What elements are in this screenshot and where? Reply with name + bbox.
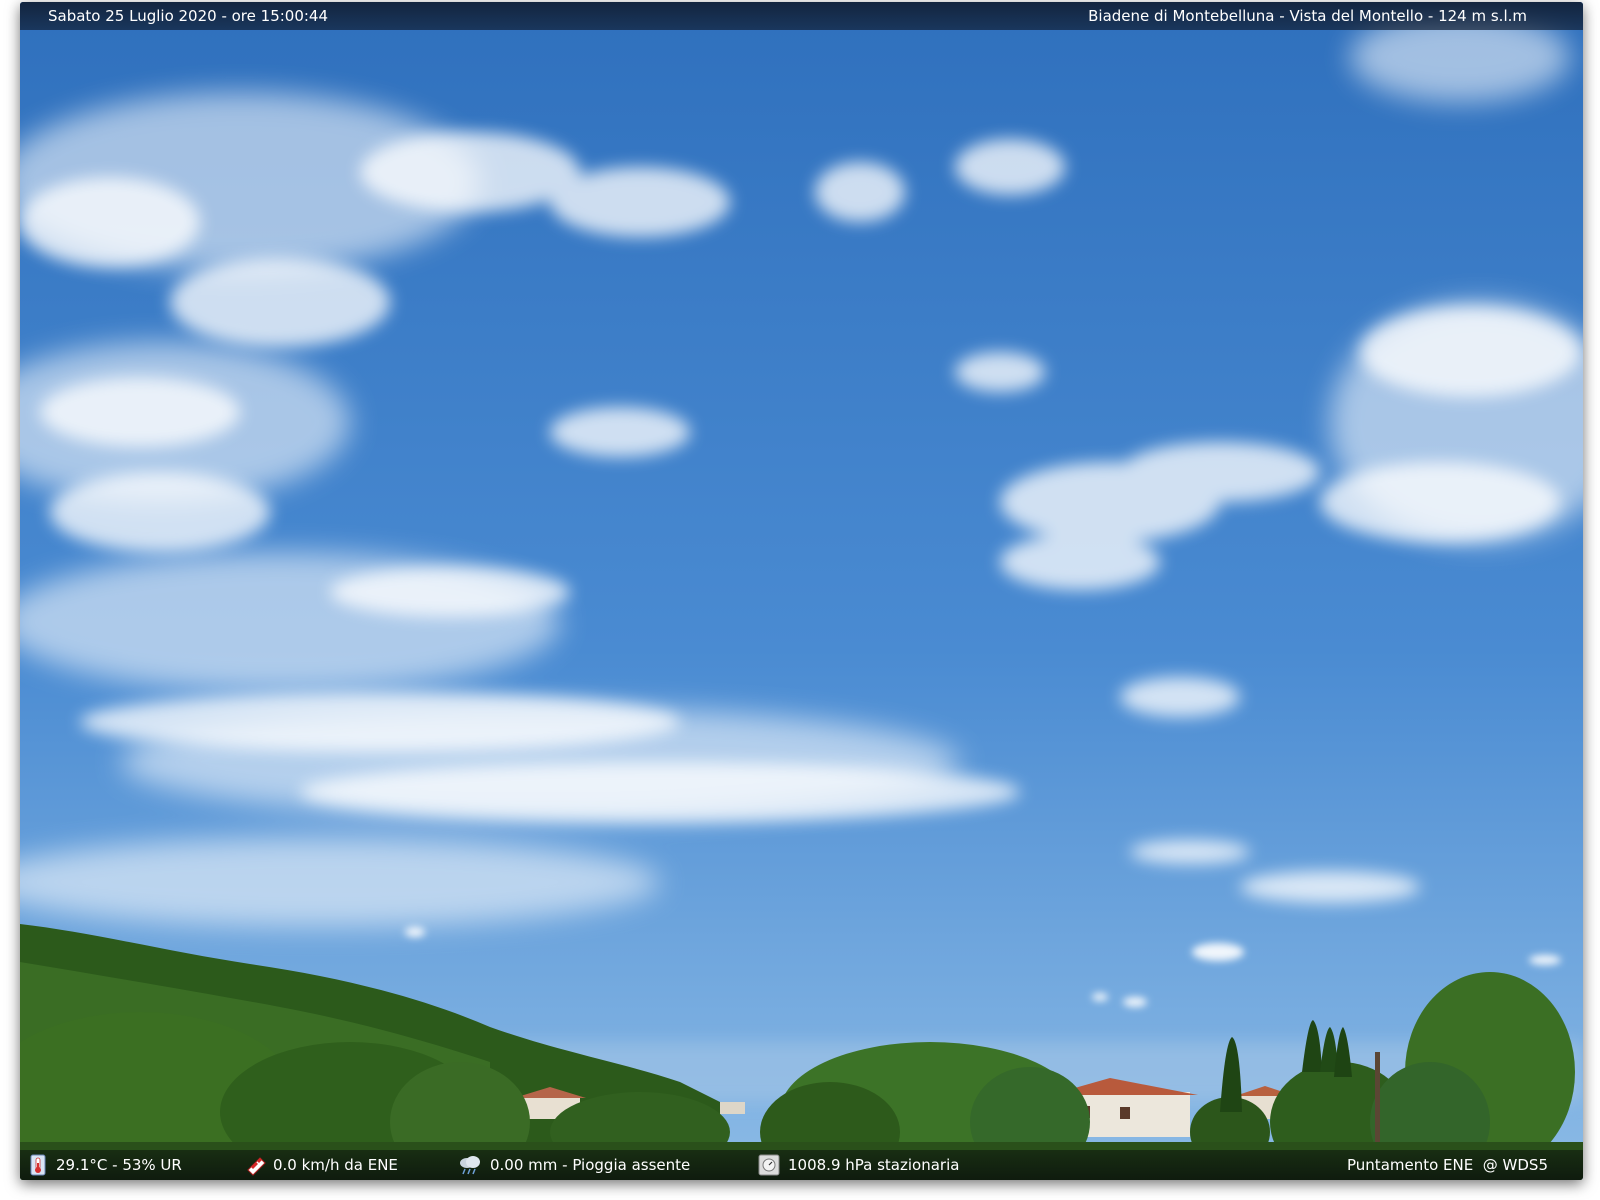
webcam-image-frame: Sabato 25 Luglio 2020 - ore 15:00:44 Bia… <box>20 2 1583 1180</box>
rain-cloud-icon <box>458 1154 482 1176</box>
temperature-stat: 29.1°C - 53% UR <box>28 1150 182 1180</box>
thermometer-icon <box>28 1154 48 1176</box>
location-text: Biadene di Montebelluna - Vista del Mont… <box>1088 7 1527 25</box>
temperature-humidity-text: 29.1°C - 53% UR <box>56 1156 182 1174</box>
pressure-text: 1008.9 hPa stazionaria <box>788 1156 960 1174</box>
rain-text: 0.00 mm - Pioggia assente <box>490 1156 691 1174</box>
pressure-stat: 1008.9 hPa stazionaria <box>758 1150 959 1180</box>
windsock-icon <box>245 1154 266 1176</box>
weather-bar: 29.1°C - 53% UR 0.0 km/h da ENE 0.00 mm … <box>20 1150 1583 1180</box>
pointing-text: Puntamento ENE @ WDS5 <box>1347 1156 1548 1174</box>
datetime-text: Sabato 25 Luglio 2020 - ore 15:00:44 <box>48 7 329 25</box>
wind-text: 0.0 km/h da ENE <box>273 1156 398 1174</box>
webcam-scene <box>20 2 1583 1180</box>
header-bar: Sabato 25 Luglio 2020 - ore 15:00:44 Bia… <box>20 2 1583 30</box>
rain-stat: 0.00 mm - Pioggia assente <box>458 1150 690 1180</box>
barometer-icon <box>758 1154 780 1176</box>
wind-stat: 0.0 km/h da ENE <box>245 1150 398 1180</box>
